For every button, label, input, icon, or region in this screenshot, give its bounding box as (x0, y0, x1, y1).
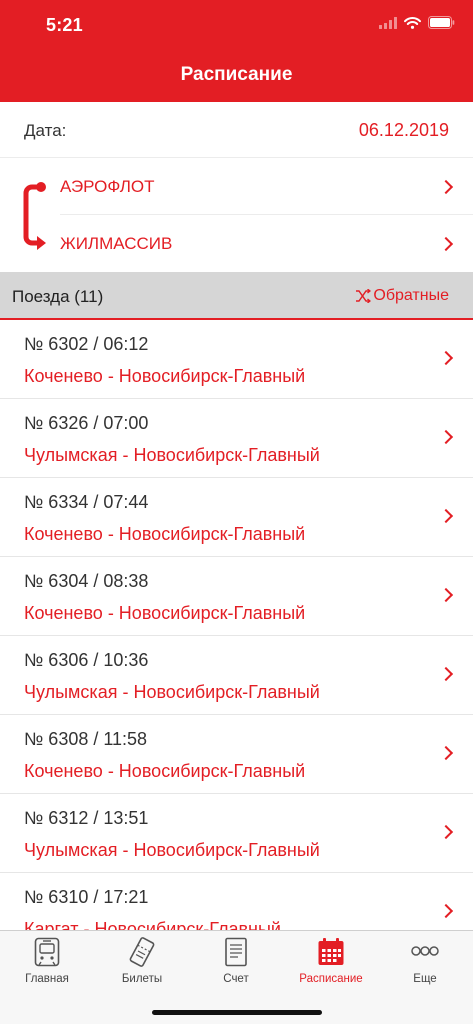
more-icon (411, 946, 439, 956)
train-row[interactable]: № 6302 / 06:12 Коченево - Новосибирск-Гл… (0, 320, 473, 399)
trains-section-header: Поезда (11) Обратные (0, 272, 473, 320)
date-value[interactable]: 06.12.2019 (359, 120, 449, 141)
train-icon (34, 937, 60, 967)
train-route: Чулымская - Новосибирск-Главный (24, 840, 320, 860)
trains-count-title: Поезда (11) (12, 287, 104, 306)
status-time: 5:21 (46, 15, 83, 35)
tab-tickets[interactable]: Билеты (95, 935, 189, 991)
receipt-icon (225, 937, 247, 967)
date-label: Дата: (24, 121, 67, 140)
tab-account-label: Счет (223, 973, 249, 985)
from-station-name: АЭРОФЛОТ (60, 177, 155, 196)
train-row[interactable]: № 6304 / 08:38 Коченево - Новосибирск-Гл… (0, 557, 473, 636)
to-station-row[interactable]: ЖИЛМАССИВ (60, 215, 473, 272)
train-number: № 6310 / 17:21 (24, 887, 149, 907)
chevron-right-icon (438, 508, 454, 524)
train-number: № 6326 / 07:00 (24, 413, 149, 433)
train-number: № 6306 / 10:36 (24, 650, 149, 670)
tab-schedule-label: Расписание (299, 973, 363, 985)
to-station-name: ЖИЛМАССИВ (60, 234, 173, 253)
chevron-right-icon (438, 179, 454, 195)
train-number: № 6304 / 08:38 (24, 571, 149, 591)
tab-more-label: Еще (413, 973, 437, 985)
chevron-right-icon (438, 429, 454, 445)
chevron-right-icon (438, 745, 454, 761)
reverse-route-label: Обратные (373, 287, 449, 304)
tab-tickets-label: Билеты (121, 973, 163, 985)
train-number: № 6302 / 06:12 (24, 334, 149, 354)
reverse-route-button[interactable]: Обратные (355, 287, 449, 305)
tab-schedule[interactable]: Расписание (284, 935, 378, 991)
tab-home-label: Главная (25, 973, 69, 985)
route-bracket-icon (23, 182, 46, 250)
train-route: Коченево - Новосибирск-Главный (24, 761, 306, 781)
train-row[interactable]: № 6334 / 07:44 Коченево - Новосибирск-Гл… (0, 478, 473, 557)
app-header: 5:21 Расписание (0, 0, 473, 102)
chevron-right-icon (438, 350, 454, 366)
train-route: Коченево - Новосибирск-Главный (24, 524, 306, 544)
signal-icon (379, 16, 397, 29)
tab-more[interactable]: Еще (378, 935, 472, 991)
ticket-icon (129, 937, 155, 967)
tab-account[interactable]: Счет (189, 935, 283, 991)
chevron-right-icon (438, 587, 454, 603)
status-icons (379, 16, 455, 29)
route-selector: АЭРОФЛОТ ЖИЛМАССИВ (0, 158, 473, 272)
train-row[interactable]: № 6306 / 10:36 Чулымская - Новосибирск-Г… (0, 636, 473, 715)
train-number: № 6312 / 13:51 (24, 808, 149, 828)
swap-icon (356, 289, 372, 303)
train-number: № 6334 / 07:44 (24, 492, 149, 512)
train-route: Коченево - Новосибирск-Главный (24, 366, 306, 386)
from-station-row[interactable]: АЭРОФЛОТ (60, 158, 473, 215)
train-route: Чулымская - Новосибирск-Главный (24, 682, 320, 702)
calendar-icon (318, 938, 344, 965)
train-row[interactable]: № 6326 / 07:00 Чулымская - Новосибирск-Г… (0, 399, 473, 478)
train-row[interactable]: № 6312 / 13:51 Чулымская - Новосибирск-Г… (0, 794, 473, 873)
train-route: Чулымская - Новосибирск-Главный (24, 445, 320, 465)
home-indicator (152, 1010, 322, 1015)
train-list: № 6302 / 06:12 Коченево - Новосибирск-Гл… (0, 320, 473, 952)
train-row[interactable]: № 6308 / 11:58 Коченево - Новосибирск-Гл… (0, 715, 473, 794)
chevron-right-icon (438, 236, 454, 252)
train-number: № 6308 / 11:58 (24, 729, 148, 749)
chevron-right-icon (438, 666, 454, 682)
page-title: Расписание (180, 64, 293, 85)
train-route: Коченево - Новосибирск-Главный (24, 603, 306, 623)
chevron-right-icon (438, 903, 454, 919)
chevron-right-icon (438, 824, 454, 840)
date-row[interactable]: Дата: 06.12.2019 (0, 102, 473, 158)
tab-home[interactable]: Главная (0, 935, 94, 991)
wifi-icon (404, 16, 421, 29)
battery-icon (428, 16, 455, 29)
